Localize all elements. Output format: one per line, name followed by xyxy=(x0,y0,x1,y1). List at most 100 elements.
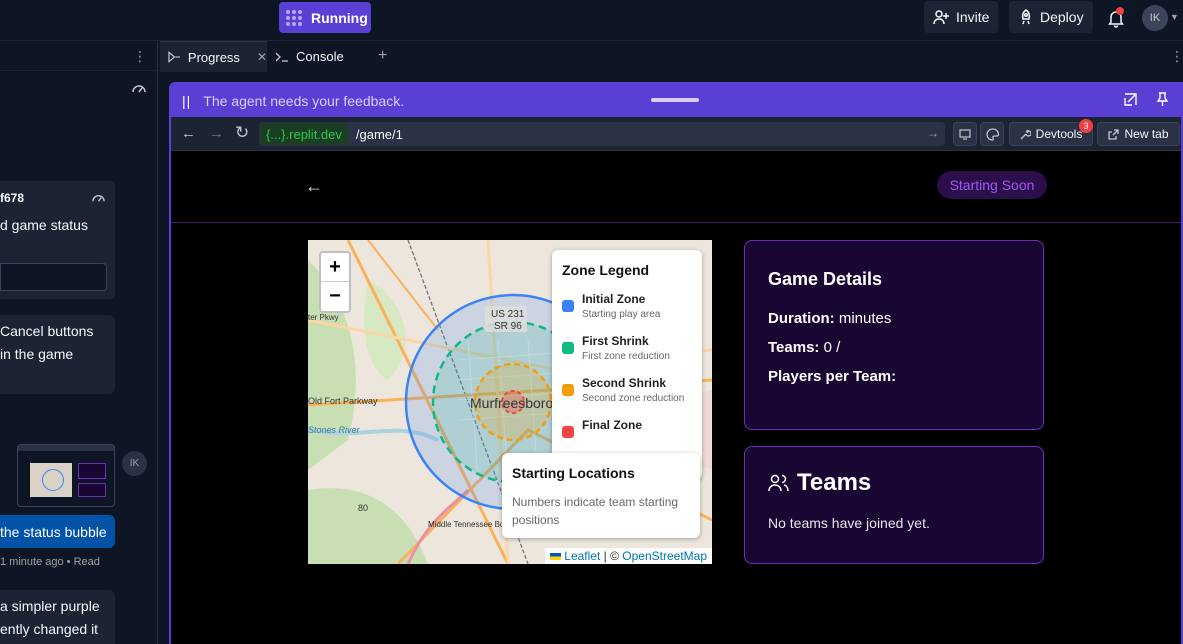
more-options-icon[interactable]: ⋮ xyxy=(1170,48,1183,65)
back-arrow-icon[interactable]: ← xyxy=(305,176,323,197)
map-attribution: Leaflet | © OpenStreetMap xyxy=(544,548,712,564)
message-line: a simpler purple xyxy=(0,598,100,614)
duration-row: Duration: minutes xyxy=(768,310,1020,327)
tab-console[interactable]: Console xyxy=(267,41,367,72)
legend-desc: First zone reduction xyxy=(582,351,670,362)
ukraine-flag-icon xyxy=(549,553,561,561)
leaflet-link[interactable]: Leaflet xyxy=(564,549,600,563)
duration-label: Duration: xyxy=(768,310,835,327)
attribution-separator: | © xyxy=(600,549,623,563)
legend-swatch xyxy=(562,384,574,396)
map-label: US 231 xyxy=(491,309,525,320)
legend-name: First Shrink xyxy=(582,334,649,348)
tab-progress[interactable]: Progress ✕ xyxy=(160,41,267,72)
gauge-icon[interactable] xyxy=(131,81,147,95)
back-icon[interactable]: ← xyxy=(181,125,196,142)
legend-name: Second Shrink xyxy=(582,376,667,390)
zoom-in-button[interactable]: + xyxy=(321,253,349,282)
new-tab-button[interactable]: New tab xyxy=(1097,122,1180,146)
monitor-icon xyxy=(959,128,971,140)
wrench-icon xyxy=(1020,129,1031,139)
theme-button[interactable] xyxy=(980,122,1004,146)
devtools-label: Devtools xyxy=(1035,127,1083,141)
message-line: Cancel buttons xyxy=(0,323,94,339)
user-avatar[interactable]: IK xyxy=(1142,5,1168,31)
external-link-icon xyxy=(1108,128,1120,140)
add-tab-icon[interactable]: + xyxy=(378,47,387,65)
device-toggle-button[interactable] xyxy=(953,122,977,146)
close-icon[interactable]: ✕ xyxy=(257,50,267,64)
add-user-icon xyxy=(933,10,949,25)
feedback-banner: || The agent needs your feedback. xyxy=(171,84,1181,117)
more-options-icon[interactable]: ⋮ xyxy=(133,48,147,65)
starting-title: Starting Locations xyxy=(512,465,635,481)
url-path: /game/1 xyxy=(355,126,403,142)
legend-item: Second Shrink Second zone reduction xyxy=(562,376,692,404)
feedback-input[interactable] xyxy=(0,263,107,291)
feedback-text: The agent needs your feedback. xyxy=(203,92,405,109)
game-page: ← Starting Soon US 231 SR 96 Murfreesbor… xyxy=(171,151,1181,644)
go-arrow-icon[interactable]: → xyxy=(927,126,939,140)
user-avatar-small: IK xyxy=(122,451,147,476)
zoom-out-button[interactable]: − xyxy=(321,282,349,311)
zoom-control: + − xyxy=(319,251,351,313)
invite-label: Invite xyxy=(956,9,990,25)
game-details-card: Game Details Duration: minutes Teams: 0 … xyxy=(744,240,1044,430)
starting-desc: Numbers indicate team starting positions xyxy=(512,495,679,527)
map-label: ter Pkwy xyxy=(308,313,339,322)
teams-row: Teams: 0 / xyxy=(768,339,1020,356)
duration-value: minutes xyxy=(834,310,892,327)
screenshot-thumbnail[interactable] xyxy=(17,444,115,507)
legend-desc: Second zone reduction xyxy=(582,393,685,404)
replit-logo-icon xyxy=(286,9,302,26)
legend-swatch xyxy=(562,426,574,438)
url-host: {...}.replit.dev xyxy=(260,123,348,145)
forward-icon[interactable]: → xyxy=(209,125,224,142)
teams-title: Teams xyxy=(797,469,872,496)
drag-handle[interactable] xyxy=(651,98,699,102)
checkpoint-text: d game status xyxy=(0,217,88,233)
tab-label: Console xyxy=(296,49,344,64)
message-line: in the game xyxy=(0,346,74,362)
run-status-label: Running xyxy=(311,9,368,26)
legend-swatch xyxy=(562,300,574,312)
map-label: 80 xyxy=(358,503,369,513)
devtools-badge: 3 xyxy=(1079,119,1093,133)
message-line: ently changed it xyxy=(0,621,99,637)
map-label: SR 96 xyxy=(494,321,522,332)
top-bar: Running Invite Deploy IK ▼ xyxy=(0,0,1183,41)
teams-value: 0 / xyxy=(819,339,841,356)
gauge-icon[interactable] xyxy=(91,191,106,204)
open-external-icon[interactable] xyxy=(1123,92,1138,107)
agent-chat-panel: ⋮ f678 d game status Cancel buttons in t… xyxy=(0,41,158,644)
deploy-button[interactable]: Deploy xyxy=(1009,1,1093,33)
starting-locations-panel: Starting Locations Numbers indicate team… xyxy=(502,453,700,538)
message-meta: 1 minute ago • Read xyxy=(0,556,100,568)
user-message-text: the status bubble xyxy=(0,523,107,540)
agent-message-card: a simpler purple ently changed it xyxy=(0,590,115,644)
legend-item: First Shrink First zone reduction xyxy=(562,334,692,362)
map-label: Stones River xyxy=(308,425,360,435)
chevron-down-icon[interactable]: ▼ xyxy=(1170,12,1179,22)
run-status-button[interactable]: Running xyxy=(279,2,371,33)
pause-icon[interactable]: || xyxy=(182,93,191,109)
legend-item: Final Zone xyxy=(562,418,692,438)
map-label: Murfreesboro xyxy=(470,395,554,411)
pin-icon[interactable] xyxy=(1156,92,1169,107)
zone-map[interactable]: US 231 SR 96 Murfreesboro Old Fort Parkw… xyxy=(308,240,712,564)
osm-link[interactable]: OpenStreetMap xyxy=(622,549,707,563)
status-badge: Starting Soon xyxy=(937,171,1047,199)
deploy-label: Deploy xyxy=(1040,9,1084,25)
card-title: Game Details xyxy=(768,269,883,289)
checkpoint-id: f678 xyxy=(0,191,25,205)
palette-icon xyxy=(985,127,999,141)
teams-card: Teams No teams have joined yet. xyxy=(744,446,1044,564)
tab-label: Progress xyxy=(187,49,240,65)
zone-legend: Zone Legend Initial Zone Starting play ar… xyxy=(552,250,702,480)
url-input[interactable]: {...}.replit.dev /game/1 → xyxy=(259,122,945,146)
avatar-initials: IK xyxy=(129,458,140,469)
browser-url-bar: ← → ↻ {...}.replit.dev /game/1 → Devtool… xyxy=(171,117,1181,151)
reload-icon[interactable]: ↻ xyxy=(235,123,249,143)
invite-button[interactable]: Invite xyxy=(924,1,999,33)
legend-name: Initial Zone xyxy=(582,292,646,306)
